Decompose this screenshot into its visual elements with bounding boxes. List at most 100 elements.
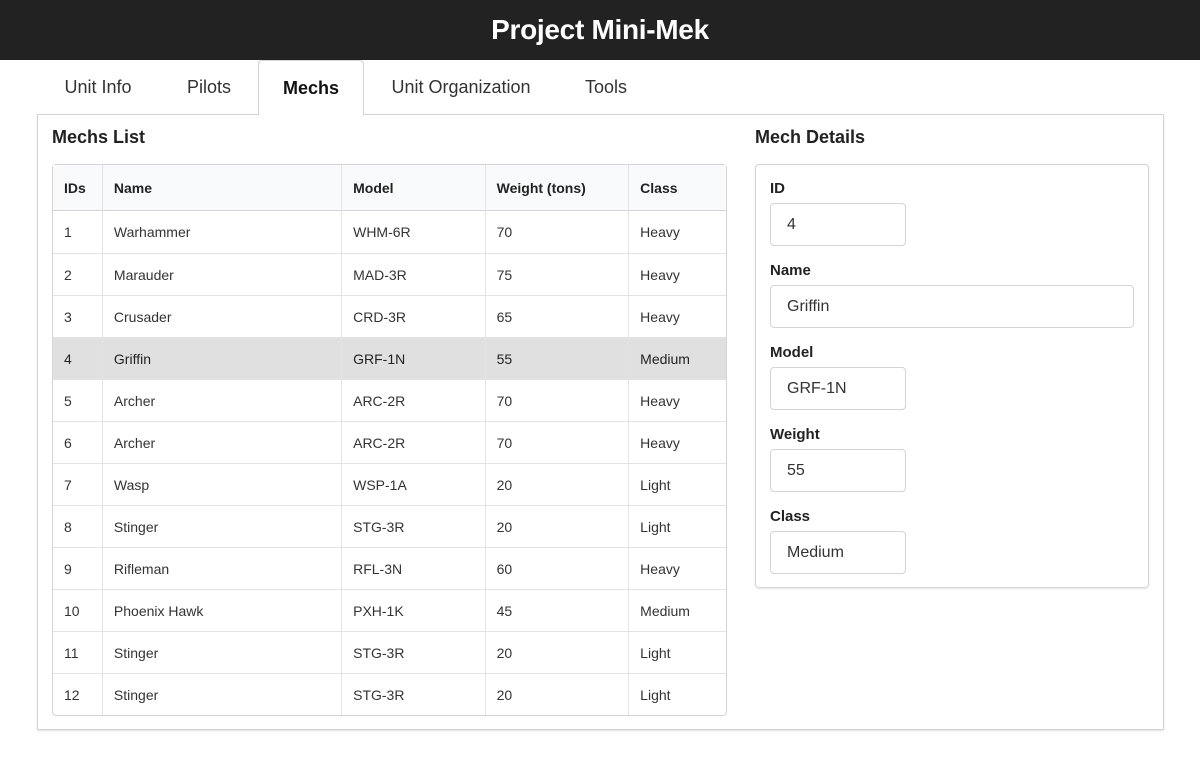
id-label: ID [770,180,785,197]
cell-model: RFL-3N [342,547,486,589]
column-header-class[interactable]: Class [629,165,726,211]
cell-name: Marauder [102,253,343,295]
cell-model: ARC-2R [342,421,486,463]
mech-details-form: ID Name Model Weight Class [755,164,1149,588]
cell-id: 3 [53,295,103,337]
tab-tools[interactable]: Tools [558,60,654,115]
cell-model: PXH-1K [342,589,486,631]
cell-id: 4 [53,337,103,379]
name-label: Name [770,262,811,279]
cell-weight: 70 [485,421,630,463]
class-label: Class [770,508,811,525]
cell-model: STG-3R [342,505,486,547]
column-header-name[interactable]: Name [102,165,343,211]
cell-class: Light [629,673,726,715]
cell-id: 9 [53,547,103,589]
table-row[interactable]: 7 Wasp WSP-1A 20 Light [53,463,726,505]
cell-weight: 70 [486,211,630,253]
cell-weight: 20 [485,673,630,715]
cell-class: Light [629,631,726,673]
tab-pilots[interactable]: Pilots [159,60,259,115]
cell-id: 12 [53,673,103,715]
cell-name: Phoenix Hawk [102,589,343,631]
table-row[interactable]: 5 Archer ARC-2R 70 Heavy [53,379,726,421]
cell-name: Stinger [102,631,343,673]
cell-class: Medium [629,337,726,379]
cell-class: Heavy [629,547,726,589]
cell-weight: 55 [485,337,630,379]
cell-id: 7 [53,463,103,505]
mechs-table-body: 1 Warhammer WHM-6R 70 Heavy 2 Marauder MAD-3R 75… [53,211,726,715]
cell-name: Warhammer [103,211,343,253]
app-title: Project Mini-Mek [491,14,709,45]
cell-name: Rifleman [102,547,343,589]
cell-name: Wasp [102,463,343,505]
cell-id: 1 [53,211,103,253]
tab-unit-info[interactable]: Unit Info [37,60,159,115]
cell-weight: 60 [485,547,630,589]
cell-name: Stinger [102,505,343,547]
cell-model: GRF-1N [342,337,486,379]
weight-field[interactable] [770,449,906,492]
cell-model: STG-3R [342,631,486,673]
cell-weight: 20 [485,631,630,673]
table-row[interactable]: 10 Phoenix Hawk PXH-1K 45 Medium [53,589,726,631]
cell-class: Heavy [629,295,726,337]
tab-unit-organization[interactable]: Unit Organization [364,60,558,115]
cell-name: Stinger [102,673,343,715]
cell-model: CRD-3R [342,295,486,337]
cell-id: 11 [53,631,103,673]
mechs-table: IDs Name Model Weight (tons) Class 1 Warh… [52,164,727,716]
mechs-list-title: Mechs List [52,127,146,147]
column-header-model[interactable]: Model [342,165,486,211]
cell-weight: 65 [485,295,630,337]
cell-class: Light [629,505,726,547]
class-field[interactable] [770,531,906,574]
cell-name: Crusader [102,295,343,337]
cell-id: 2 [53,253,103,295]
cell-class: Medium [629,589,726,631]
cell-weight: 20 [485,505,630,547]
cell-model: MAD-3R [342,253,486,295]
cell-weight: 70 [485,379,630,421]
cell-name: Archer [102,421,343,463]
table-row[interactable]: 12 Stinger STG-3R 20 Light [53,673,726,715]
model-label: Model [770,344,814,361]
cell-model: WHM-6R [342,211,486,253]
id-field[interactable] [770,203,906,246]
cell-name: Griffin [102,337,343,379]
cell-name: Archer [102,379,343,421]
app-header: Project Mini-Mek [0,0,1200,60]
tab-bar: Unit Info Pilots Mechs Unit Organization… [37,60,1163,116]
cell-weight: 20 [485,463,630,505]
model-field[interactable] [770,367,906,410]
cell-class: Heavy [640,224,680,240]
cell-id: 5 [53,379,103,421]
cell-model: WSP-1A [342,463,486,505]
cell-weight: 75 [485,253,630,295]
column-header-weight[interactable]: Weight (tons) [485,165,630,211]
table-row[interactable]: 1 Warhammer WHM-6R 70 Heavy [53,211,726,253]
table-row[interactable]: 9 Rifleman RFL-3N 60 Heavy [53,547,726,589]
cell-id: 8 [53,505,103,547]
table-row[interactable]: 6 Archer ARC-2R 70 Heavy [53,421,726,463]
cell-id: 10 [53,589,103,631]
cell-class: Heavy [629,379,726,421]
table-row[interactable]: 4 Griffin GRF-1N 55 Medium [53,337,726,379]
mech-details-title: Mech Details [755,127,866,147]
column-header-ids[interactable]: IDs [53,165,103,211]
table-row[interactable]: 2 Marauder MAD-3R 75 Heavy [53,253,726,295]
table-row[interactable]: 8 Stinger STG-3R 20 Light [53,505,726,547]
tab-mechs[interactable]: Mechs [258,60,364,116]
cell-id: 6 [53,421,103,463]
table-row[interactable]: 3 Crusader CRD-3R 65 Heavy [53,295,726,337]
cell-class: Heavy [629,253,726,295]
name-field[interactable] [770,285,1134,328]
table-header-row: IDs Name Model Weight (tons) Class [53,165,726,211]
cell-weight: 45 [485,589,630,631]
weight-label: Weight [770,426,820,443]
table-row[interactable]: 11 Stinger STG-3R 20 Light [53,631,726,673]
cell-class: Heavy [629,421,726,463]
cell-class: Light [629,463,726,505]
cell-model: STG-3R [342,673,486,715]
